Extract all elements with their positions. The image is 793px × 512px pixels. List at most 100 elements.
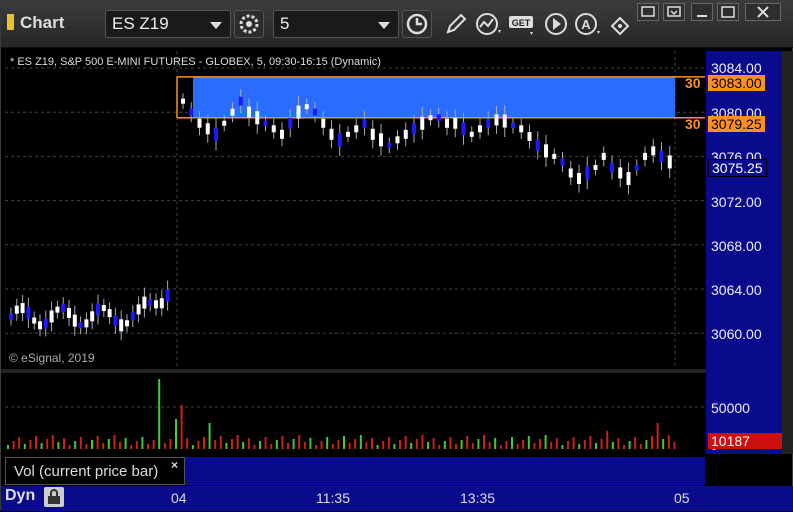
volume-bar <box>29 440 32 449</box>
volume-bar <box>488 442 491 449</box>
alert-button[interactable]: A <box>572 10 604 38</box>
volume-bar <box>309 438 312 449</box>
volume-bar <box>23 444 26 449</box>
volume-bar <box>18 437 21 449</box>
symbol-select[interactable]: ES Z19 <box>105 10 231 38</box>
candle-body <box>181 98 185 104</box>
candle-body <box>313 108 317 116</box>
volume-bar <box>550 442 553 449</box>
volume-tick: 50000 <box>711 400 750 416</box>
volume-panel[interactable] <box>5 373 705 453</box>
volume-bar <box>421 435 424 449</box>
candle-body <box>72 314 77 327</box>
play-icon <box>545 13 567 35</box>
level-marker-lower: 30 <box>685 116 701 132</box>
diamond-tool-icon <box>610 16 630 36</box>
time-tick: 05 <box>674 490 690 506</box>
volume-bar <box>320 441 323 449</box>
candle-body <box>428 115 433 121</box>
volume-bar <box>102 443 105 449</box>
volume-bar <box>494 438 497 449</box>
lock-button[interactable] <box>44 487 64 507</box>
volume-bar <box>343 436 345 449</box>
candle-body <box>667 155 672 169</box>
volume-study-label[interactable]: Vol (current price bar) <box>5 457 185 485</box>
volume-bar <box>113 435 116 449</box>
settings-button[interactable] <box>234 10 264 38</box>
volume-bar <box>371 438 373 449</box>
draw-button[interactable] <box>442 10 470 38</box>
volume-bar <box>583 440 586 449</box>
close-icon[interactable]: × <box>171 458 178 472</box>
minimize-button[interactable] <box>637 3 659 21</box>
chart-window: Chart ES Z19 5 GET A * ES Z19, S&P 500 E… <box>0 0 793 511</box>
volume-bar <box>158 379 161 449</box>
lock-icon <box>48 489 60 504</box>
scrollbar[interactable] <box>782 51 793 454</box>
volume-bar <box>539 439 541 449</box>
candle-body <box>659 150 664 162</box>
candle-body <box>486 118 491 128</box>
level-tag-upper[interactable]: 3083.00 <box>708 75 765 91</box>
restore-icon <box>667 6 681 17</box>
price-panel[interactable] <box>5 51 705 369</box>
candle-body <box>387 142 392 148</box>
candle-body <box>154 300 158 309</box>
candle-body <box>38 321 42 330</box>
indicator-button[interactable] <box>474 10 502 38</box>
volume-tag: 10187 <box>708 433 782 449</box>
volume-bar <box>91 440 93 449</box>
volume-bar <box>231 439 233 449</box>
candle-body <box>370 128 375 140</box>
play-button[interactable] <box>542 10 570 38</box>
level-tag-lower[interactable]: 3079.25 <box>708 116 765 132</box>
candle-body <box>445 118 449 128</box>
volume-bar <box>365 442 368 449</box>
volume-bar <box>175 419 177 449</box>
candle-body <box>101 305 106 312</box>
price-chart[interactable] <box>5 51 705 369</box>
volume-bar <box>79 437 82 449</box>
dynamic-label[interactable]: Dyn <box>5 487 35 505</box>
tool-button[interactable] <box>606 10 634 38</box>
candle-body <box>527 132 532 142</box>
candle-body <box>329 128 334 140</box>
volume-bar <box>667 435 670 449</box>
volume-bar <box>555 438 558 449</box>
candle-body <box>84 319 89 328</box>
candle-body <box>78 322 83 329</box>
candle-body <box>288 117 293 129</box>
candle-body <box>43 318 48 329</box>
candle-body <box>585 166 590 180</box>
candle-body <box>502 114 507 128</box>
candle-body <box>230 108 235 116</box>
interval-select[interactable]: 5 <box>273 10 399 38</box>
maximize-button[interactable] <box>717 3 739 21</box>
time-tick: 13:35 <box>460 490 496 506</box>
candle-body <box>560 158 565 166</box>
candle-body <box>519 125 524 133</box>
copyright: © eSignal, 2019 <box>9 351 95 365</box>
volume-bar <box>410 443 413 449</box>
candle-body <box>601 152 606 160</box>
volume-bar <box>544 435 547 449</box>
volume-bar <box>191 445 194 449</box>
time-button[interactable] <box>402 10 432 38</box>
get-button[interactable]: GET <box>508 10 538 38</box>
candle-body <box>238 96 243 106</box>
volume-bar <box>57 442 60 449</box>
volume-bar <box>197 441 200 449</box>
close-button[interactable] <box>745 3 781 21</box>
indicator-icon <box>476 13 501 35</box>
candle-body <box>189 108 194 116</box>
volume-bar <box>673 442 676 449</box>
volume-bar <box>147 444 149 449</box>
minimize-window-button[interactable] <box>691 3 713 21</box>
toolbar: Chart ES Z19 5 GET A <box>1 1 793 48</box>
volume-bar <box>628 441 631 449</box>
volume-bar <box>645 440 648 449</box>
restore-button[interactable] <box>663 3 685 21</box>
volume-bar <box>460 440 463 449</box>
volume-bar <box>634 437 637 449</box>
volume-chart[interactable] <box>5 373 705 453</box>
